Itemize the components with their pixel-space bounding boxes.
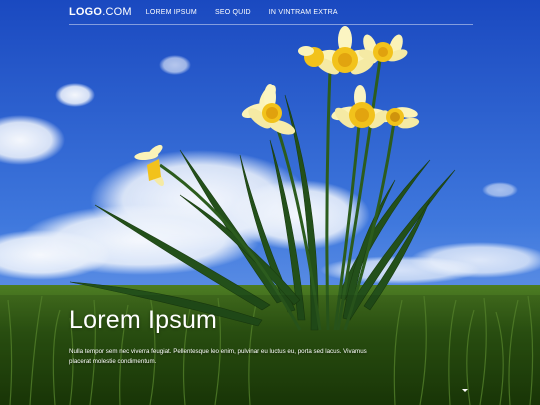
- nav-item-in-vintram-extra[interactable]: IN VINTRAM EXTRA: [269, 9, 338, 16]
- logo-bold-text: LOGO: [69, 6, 103, 18]
- hero-background: [0, 0, 540, 405]
- hero-description: Nulla tempor sem nec viverra feugiat. Pe…: [69, 348, 367, 365]
- nav-item-seo-quid[interactable]: SEO QUID: [215, 9, 251, 16]
- top-navbar: LOGO.COM LOREM IPSUM SEO QUID IN VINTRAM…: [69, 0, 473, 25]
- daffodil-field-photo: [0, 0, 540, 405]
- scroll-down-icon[interactable]: [462, 389, 468, 392]
- site-logo[interactable]: LOGO.COM: [69, 6, 132, 18]
- nav-item-lorem-ipsum[interactable]: LOREM IPSUM: [146, 9, 197, 16]
- hero-title: Lorem Ipsum: [69, 306, 218, 334]
- logo-light-text: .COM: [102, 6, 132, 18]
- nav-menu: LOREM IPSUM SEO QUID IN VINTRAM EXTRA: [146, 9, 356, 16]
